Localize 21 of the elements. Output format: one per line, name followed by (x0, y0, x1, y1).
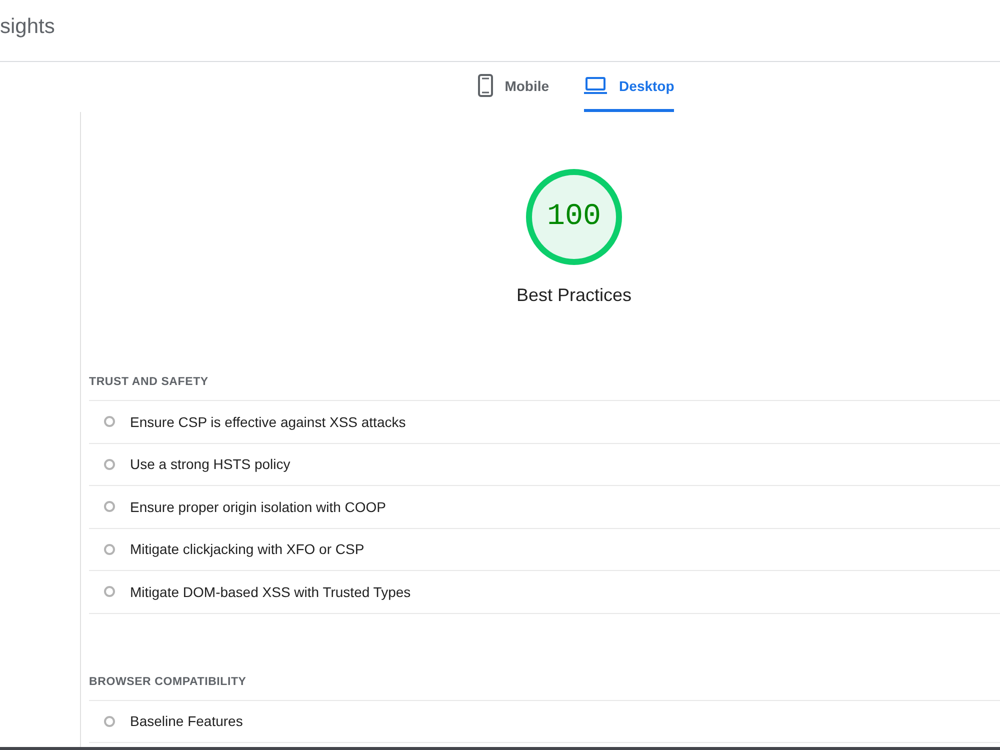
device-tab[interactable]: Mobile (478, 62, 550, 112)
smartphone-icon (478, 74, 493, 97)
section-heading: BROWSER COMPATIBILITY (89, 672, 1000, 700)
laptop-icon (584, 77, 608, 94)
audit-item[interactable]: Ensure proper origin isolation with COOP (89, 486, 1000, 528)
audit-item[interactable]: Ensure CSP is effective against XSS attacks (89, 401, 1000, 444)
section-heading: TRUST AND SAFETY (89, 373, 1000, 401)
page-title: sights (0, 14, 55, 40)
ring-icon (104, 586, 115, 598)
ring-icon (104, 416, 115, 428)
ring-icon (104, 544, 115, 555)
audit-item[interactable]: Mitigate DOM-based XSS with Trusted Types (89, 571, 1000, 614)
audit-item[interactable]: Baseline Features (89, 700, 1000, 743)
score-value: 100 (546, 200, 601, 234)
ring-icon (104, 458, 115, 470)
category-title: Best Practices (516, 284, 632, 306)
device-tab[interactable]: Desktop (584, 62, 674, 112)
ring-icon (104, 716, 115, 727)
audit-item[interactable]: Use a strong HSTS policy (89, 444, 1000, 486)
ring-icon (104, 501, 115, 512)
audit-item[interactable]: Mitigate clickjacking with XFO or CSP (89, 528, 1000, 571)
